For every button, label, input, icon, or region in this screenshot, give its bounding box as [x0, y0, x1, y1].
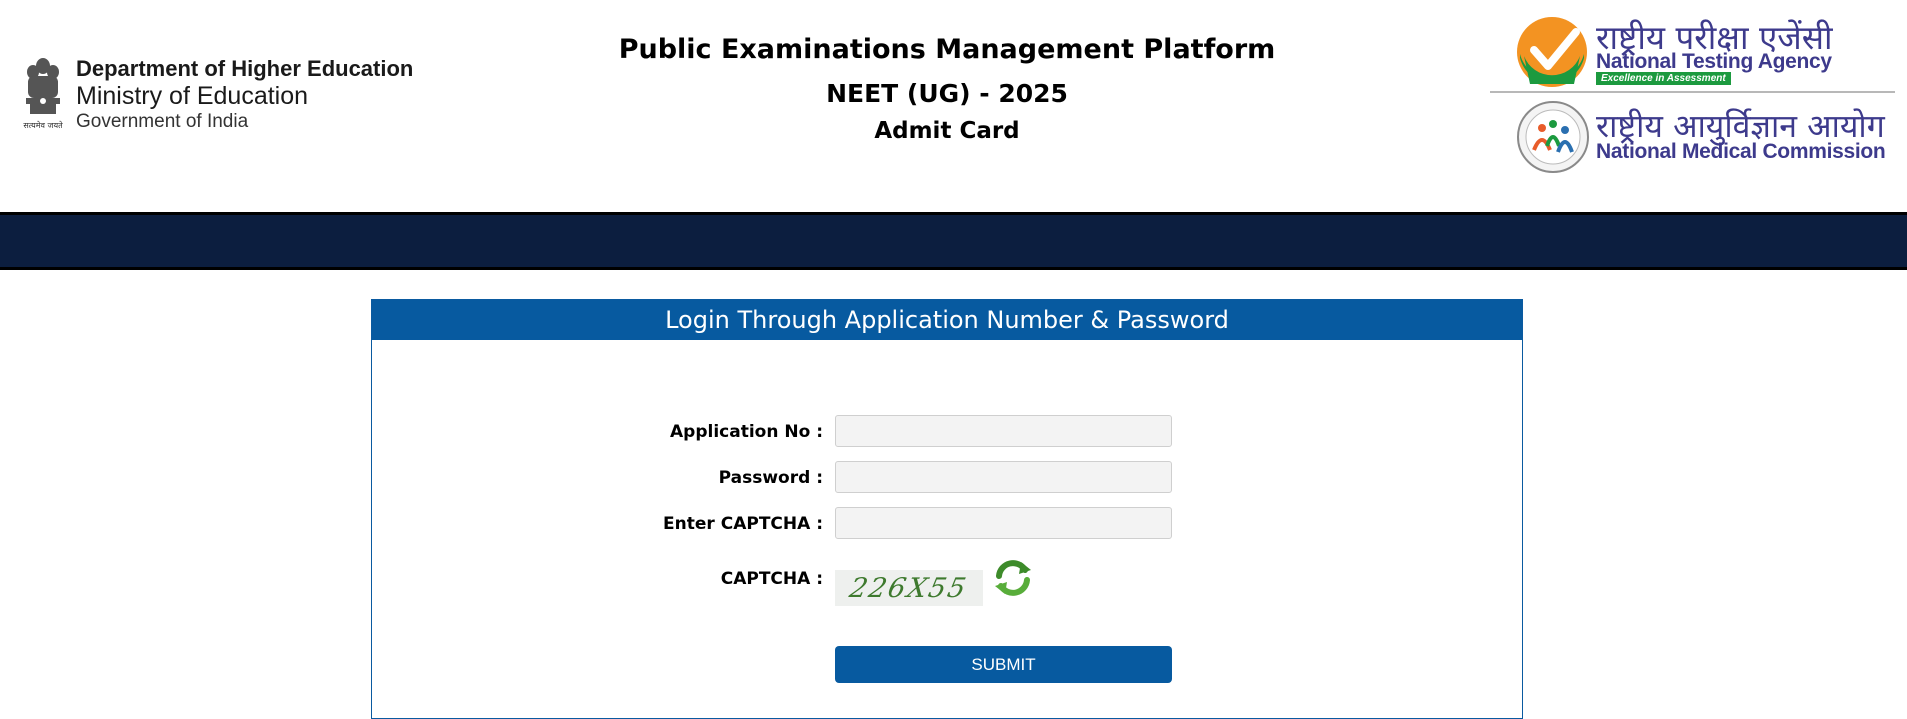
- submit-button[interactable]: SUBMIT: [835, 646, 1172, 683]
- captcha-text: 226X55: [847, 572, 971, 604]
- page-title: Public Examinations Management Platform: [618, 34, 1276, 65]
- ministry-name: Ministry of Education: [76, 82, 309, 110]
- password-row: Password :: [372, 461, 1522, 495]
- nmc-english-name: National Medical Commission: [1596, 140, 1886, 163]
- nta-tagline: Excellence in Assessment: [1596, 72, 1731, 85]
- login-panel: Login Through Application Number & Passw…: [371, 299, 1523, 719]
- nta-logo-icon: [1517, 17, 1587, 87]
- application-row: Application No :: [372, 415, 1522, 449]
- nta-english-name: National Testing Agency: [1596, 50, 1832, 73]
- navigation-bar: [0, 212, 1907, 270]
- logo-divider: [1490, 91, 1895, 93]
- site-header: सत्यमेव जयते Department of Higher Educat…: [0, 0, 1907, 212]
- captcha-input-row: Enter CAPTCHA :: [372, 507, 1522, 541]
- agency-logos: राष्ट्रीय परीक्षा एजेंसी National Testin…: [1490, 8, 1895, 188]
- login-heading: Login Through Application Number & Passw…: [372, 300, 1522, 340]
- national-emblem-icon: सत्यमेव जयते: [23, 58, 63, 130]
- exam-name: NEET (UG) - 2025: [826, 79, 1068, 108]
- department-block: Department of Higher Education Ministry …: [76, 56, 414, 132]
- application-number-input[interactable]: [835, 415, 1172, 447]
- nmc-logo-icon: [1517, 101, 1589, 173]
- title-block: Public Examinations Management Platform …: [547, 34, 1347, 144]
- captcha-row: CAPTCHA : 226X55: [372, 560, 1522, 606]
- emblem-caption: सत्यमेव जयते: [23, 120, 63, 130]
- captcha-label: CAPTCHA :: [720, 569, 823, 589]
- page-subtitle: Admit Card: [874, 118, 1020, 144]
- application-label: Application No :: [670, 422, 823, 442]
- password-input[interactable]: [835, 461, 1172, 493]
- refresh-icon[interactable]: [991, 556, 1035, 600]
- captcha-input[interactable]: [835, 507, 1172, 539]
- captcha-input-label: Enter CAPTCHA :: [663, 514, 823, 534]
- department-name: Department of Higher Education: [76, 56, 414, 81]
- password-label: Password :: [718, 468, 823, 488]
- captcha-image: 226X55: [835, 570, 983, 606]
- government-name: Government of India: [76, 111, 249, 132]
